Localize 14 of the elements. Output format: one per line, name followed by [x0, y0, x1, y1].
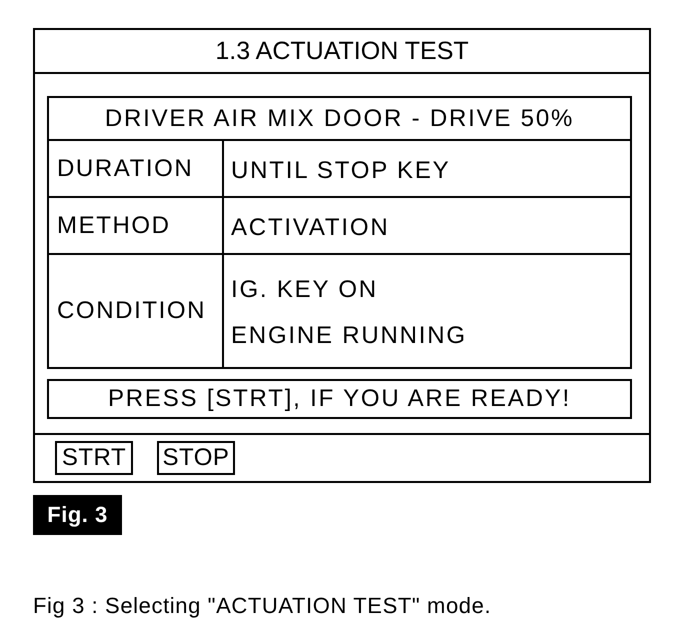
message-banner: PRESS [STRT], IF YOU ARE READY! — [47, 379, 632, 419]
value-text: IG. KEY ON — [231, 275, 379, 304]
value-text: ENGINE RUNNING — [231, 321, 468, 350]
label-cell: CONDITION — [49, 255, 224, 367]
label-cell: DURATION — [49, 141, 224, 198]
label-cell: METHOD — [49, 198, 224, 255]
softkey-button[interactable]: STRT — [55, 441, 133, 475]
caption-text: Fig 3 : Selecting "ACTUATION TEST" mode. — [33, 593, 492, 619]
value-text: UNTIL STOP KEY — [231, 156, 452, 184]
table-header: DRIVER AIR MIX DOOR - DRIVE 50% — [49, 98, 630, 141]
value-text: ACTIVATION — [231, 212, 390, 242]
screen-title: 1.3 ACTUATION TEST — [35, 30, 649, 74]
figure-label: Fig. 3 — [33, 495, 122, 535]
softkey-button[interactable]: STOP — [157, 441, 235, 475]
